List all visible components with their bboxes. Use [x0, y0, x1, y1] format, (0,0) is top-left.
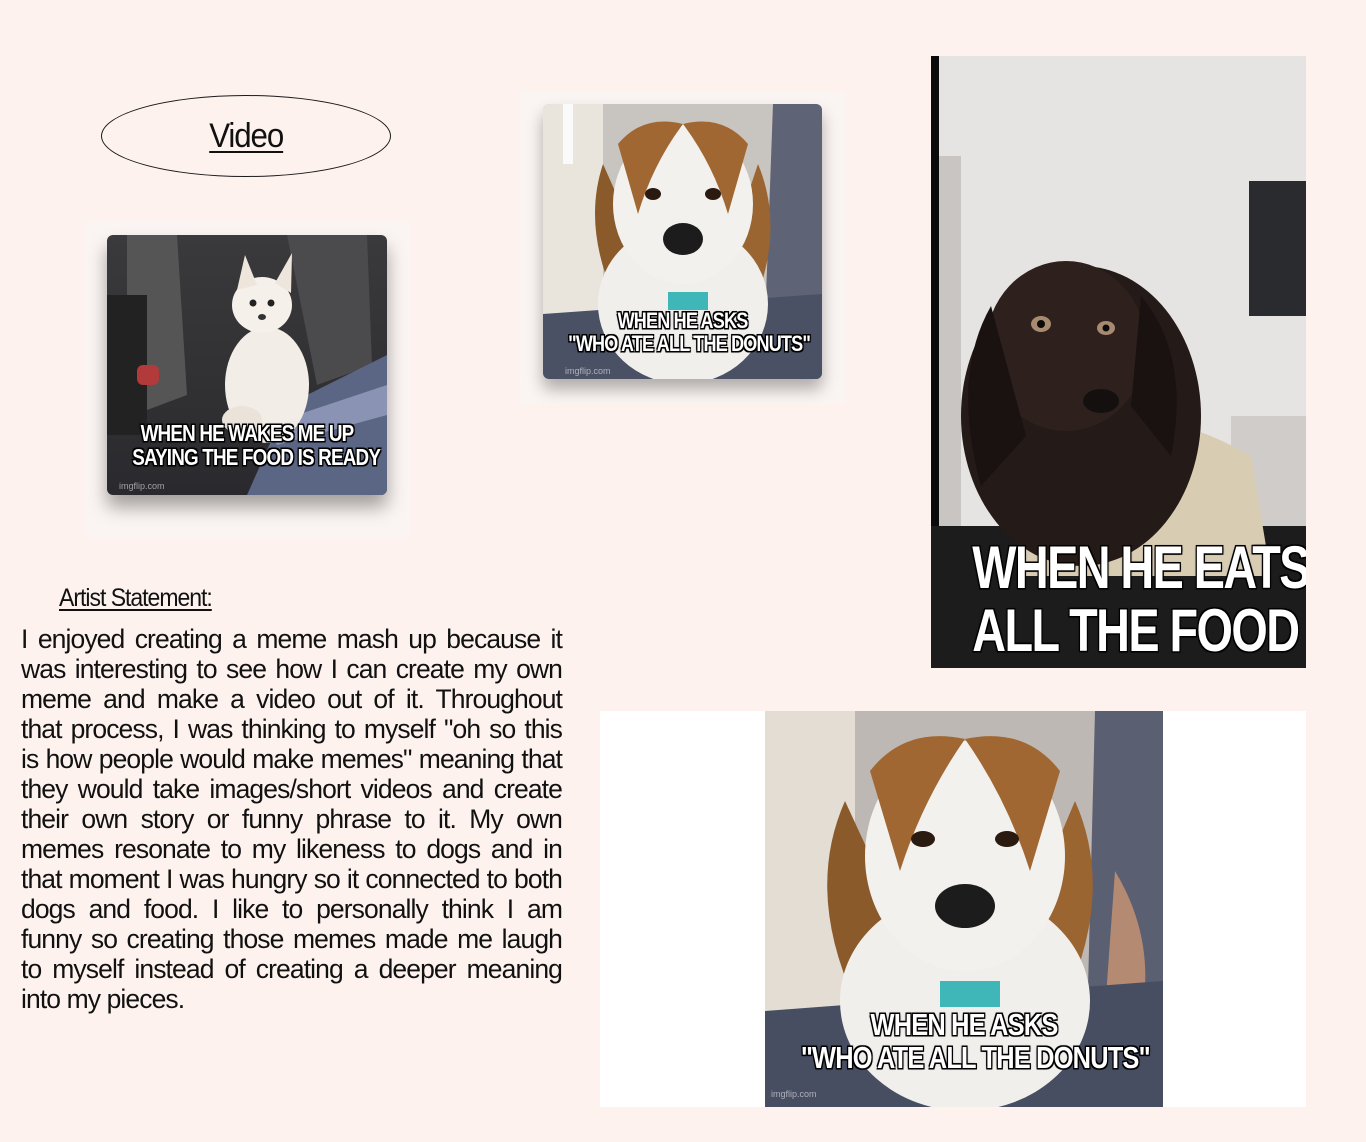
beagle-small-meme-image: WHEN HE ASKS "WHO ATE ALL THE DONUTS" im…: [543, 104, 822, 379]
black-dog-meme-caption: WHEN HE EATS ALL THE FOOD: [931, 536, 1306, 662]
caption-line: WHEN HE ASKS: [870, 1007, 1059, 1042]
watermark: imgflip.com: [565, 366, 611, 376]
artist-statement-body: I enjoyed creating a meme mash up becaus…: [21, 624, 563, 1014]
artist-statement-heading: Artist Statement:: [59, 584, 213, 612]
caption-line: "WHO ATE ALL THE DONUTS": [568, 331, 811, 357]
caption-line: "WHO ATE ALL THE DONUTS": [800, 1039, 1151, 1075]
video-link[interactable]: Video: [101, 95, 391, 177]
video-link-label: Video: [209, 116, 284, 155]
chihuahua-meme-caption: WHEN HE WAKES ME UP SAYING THE FOOD IS R…: [107, 421, 387, 469]
watermark: imgflip.com: [119, 481, 165, 491]
beagle-small-meme-caption: WHEN HE ASKS "WHO ATE ALL THE DONUTS": [543, 309, 822, 355]
caption-line: ALL THE FOOD: [972, 597, 1300, 664]
caption-line: WHEN HE EATS: [972, 534, 1306, 601]
page: Video WHEN HE WAKES ME UP SAYING THE FOO…: [0, 0, 1366, 1142]
caption-line: WHEN HE ASKS: [617, 308, 749, 333]
black-dog-meme-image: WHEN HE EATS ALL THE FOOD: [931, 56, 1306, 668]
beagle-large-meme-image: WHEN HE ASKS "WHO ATE ALL THE DONUTS" im…: [765, 711, 1163, 1107]
chihuahua-meme-image: WHEN HE WAKES ME UP SAYING THE FOOD IS R…: [107, 235, 387, 495]
caption-line: WHEN HE WAKES ME UP: [140, 420, 355, 446]
beagle-large-meme-caption: WHEN HE ASKS "WHO ATE ALL THE DONUTS": [765, 1007, 1163, 1075]
caption-line: SAYING THE FOOD IS READY: [132, 444, 381, 471]
watermark: imgflip.com: [771, 1089, 817, 1099]
